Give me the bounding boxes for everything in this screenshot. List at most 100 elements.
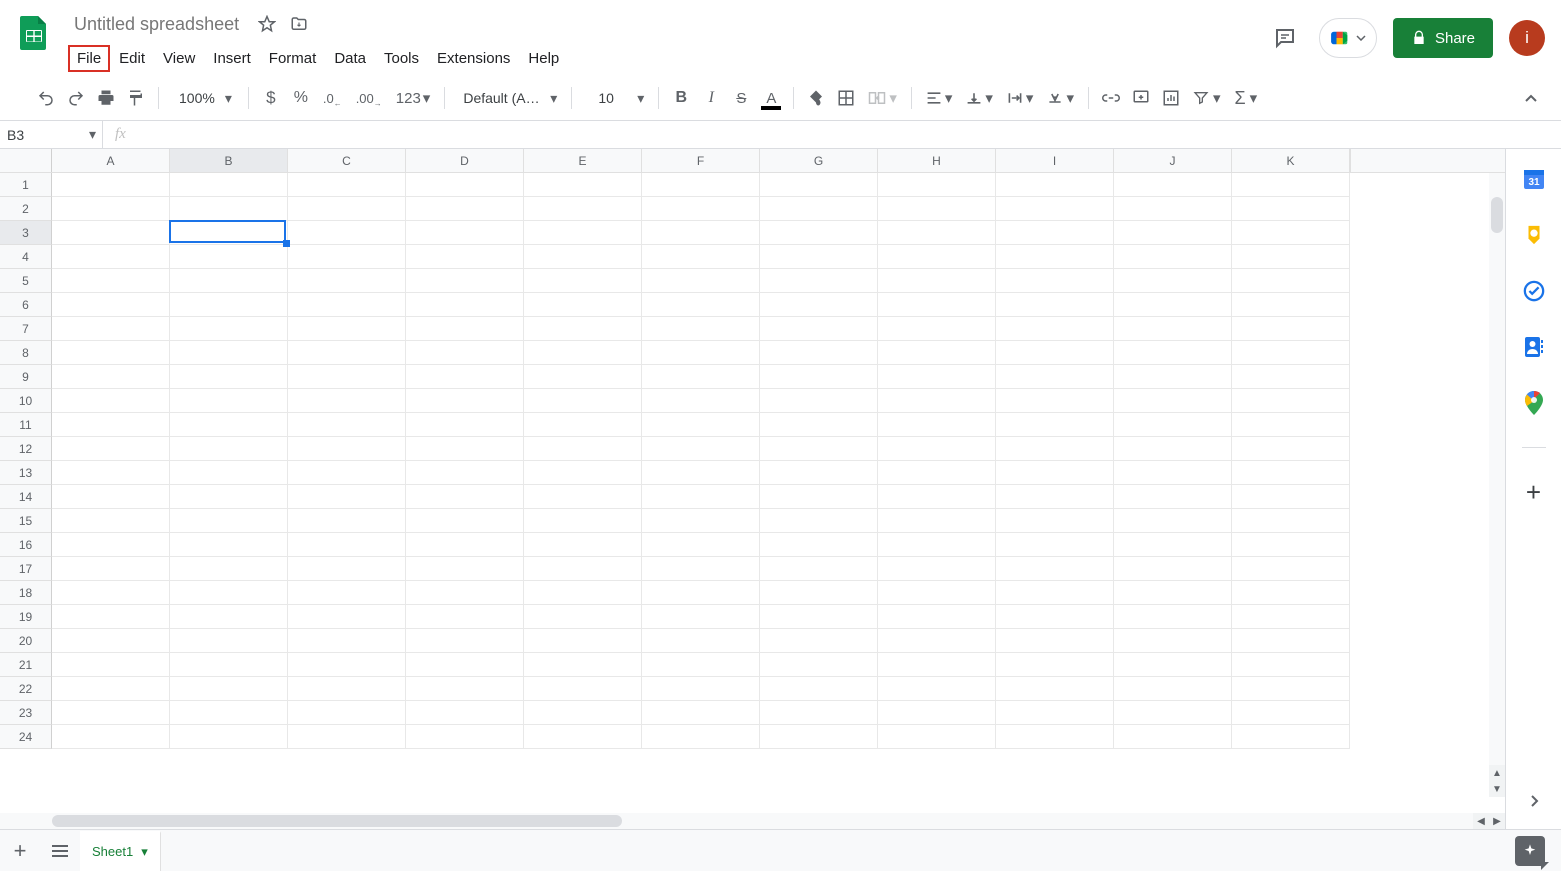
row-header[interactable]: 6 — [0, 293, 52, 317]
cell[interactable] — [996, 365, 1114, 389]
cell[interactable] — [170, 389, 288, 413]
cell[interactable] — [760, 341, 878, 365]
cell[interactable] — [406, 173, 524, 197]
cell[interactable] — [878, 725, 996, 749]
cell[interactable] — [1232, 605, 1350, 629]
cell[interactable] — [760, 293, 878, 317]
cell[interactable] — [52, 269, 170, 293]
font-family-select[interactable]: Default (Ari...▾ — [453, 90, 563, 107]
cell[interactable] — [170, 245, 288, 269]
cell[interactable] — [1232, 197, 1350, 221]
cell[interactable] — [288, 365, 406, 389]
cell[interactable] — [406, 485, 524, 509]
cell[interactable] — [642, 173, 760, 197]
cell[interactable] — [878, 485, 996, 509]
cell[interactable] — [760, 317, 878, 341]
cell[interactable] — [1232, 173, 1350, 197]
cell[interactable] — [760, 365, 878, 389]
cell[interactable] — [170, 413, 288, 437]
cell[interactable] — [52, 533, 170, 557]
menu-extensions[interactable]: Extensions — [428, 45, 519, 72]
meet-button[interactable] — [1319, 18, 1377, 58]
text-wrap-button[interactable]: ▾ — [1001, 84, 1040, 112]
column-header[interactable]: D — [406, 149, 524, 172]
cell[interactable] — [524, 653, 642, 677]
cell[interactable] — [642, 461, 760, 485]
cell[interactable] — [406, 389, 524, 413]
cell[interactable] — [1114, 389, 1232, 413]
row-header[interactable]: 11 — [0, 413, 52, 437]
cell[interactable] — [406, 197, 524, 221]
cell[interactable] — [1232, 653, 1350, 677]
cell[interactable] — [642, 269, 760, 293]
cell[interactable] — [1114, 701, 1232, 725]
cell[interactable] — [996, 341, 1114, 365]
cell[interactable] — [878, 221, 996, 245]
row-header[interactable]: 14 — [0, 485, 52, 509]
cell[interactable] — [1232, 533, 1350, 557]
cell[interactable] — [288, 677, 406, 701]
row-header[interactable]: 2 — [0, 197, 52, 221]
cell[interactable] — [878, 413, 996, 437]
cell[interactable] — [406, 221, 524, 245]
cell[interactable] — [524, 509, 642, 533]
cell[interactable] — [642, 317, 760, 341]
cell[interactable] — [170, 293, 288, 317]
cell[interactable] — [406, 413, 524, 437]
menu-help[interactable]: Help — [519, 45, 568, 72]
column-header[interactable]: B — [170, 149, 288, 172]
cell[interactable] — [170, 437, 288, 461]
cell[interactable] — [170, 365, 288, 389]
cell[interactable] — [406, 605, 524, 629]
row-header[interactable]: 24 — [0, 725, 52, 749]
cell[interactable] — [170, 557, 288, 581]
cell[interactable] — [52, 629, 170, 653]
maps-icon[interactable] — [1522, 391, 1546, 415]
column-header[interactable]: A — [52, 149, 170, 172]
insert-comment-button[interactable] — [1127, 84, 1155, 112]
cell[interactable] — [524, 437, 642, 461]
cell[interactable] — [878, 581, 996, 605]
cell[interactable] — [170, 269, 288, 293]
row-header[interactable]: 23 — [0, 701, 52, 725]
cell[interactable] — [1232, 221, 1350, 245]
cell[interactable] — [170, 461, 288, 485]
cell[interactable] — [996, 557, 1114, 581]
cell[interactable] — [406, 245, 524, 269]
cell[interactable] — [288, 413, 406, 437]
keep-icon[interactable] — [1522, 223, 1546, 247]
cell[interactable] — [288, 701, 406, 725]
scroll-down-button[interactable]: ▼ — [1489, 781, 1505, 797]
cell[interactable] — [642, 677, 760, 701]
cell[interactable] — [170, 221, 288, 245]
number-format-button[interactable]: 123▾ — [390, 84, 437, 112]
cell[interactable] — [524, 173, 642, 197]
cell[interactable] — [878, 677, 996, 701]
cell[interactable] — [642, 245, 760, 269]
cell[interactable] — [1232, 437, 1350, 461]
selection-handle[interactable] — [283, 240, 290, 247]
column-header[interactable]: H — [878, 149, 996, 172]
cell[interactable] — [996, 245, 1114, 269]
cell[interactable] — [996, 197, 1114, 221]
row-header[interactable]: 18 — [0, 581, 52, 605]
menu-file[interactable]: File — [68, 45, 110, 72]
collapse-sidepanel-button[interactable] — [1527, 794, 1541, 811]
cell[interactable] — [288, 197, 406, 221]
cell[interactable] — [406, 317, 524, 341]
cell[interactable] — [288, 725, 406, 749]
cell[interactable] — [1232, 293, 1350, 317]
filter-button[interactable]: ▾ — [1187, 84, 1227, 112]
row-header[interactable]: 1 — [0, 173, 52, 197]
cell[interactable] — [1232, 629, 1350, 653]
cell[interactable] — [1114, 725, 1232, 749]
cell[interactable] — [288, 533, 406, 557]
cell[interactable] — [1114, 677, 1232, 701]
cell[interactable] — [996, 389, 1114, 413]
row-header[interactable]: 15 — [0, 509, 52, 533]
cell[interactable] — [1232, 245, 1350, 269]
strikethrough-button[interactable]: S — [727, 84, 755, 112]
cell[interactable] — [1114, 173, 1232, 197]
row-header[interactable]: 8 — [0, 341, 52, 365]
row-header[interactable]: 4 — [0, 245, 52, 269]
